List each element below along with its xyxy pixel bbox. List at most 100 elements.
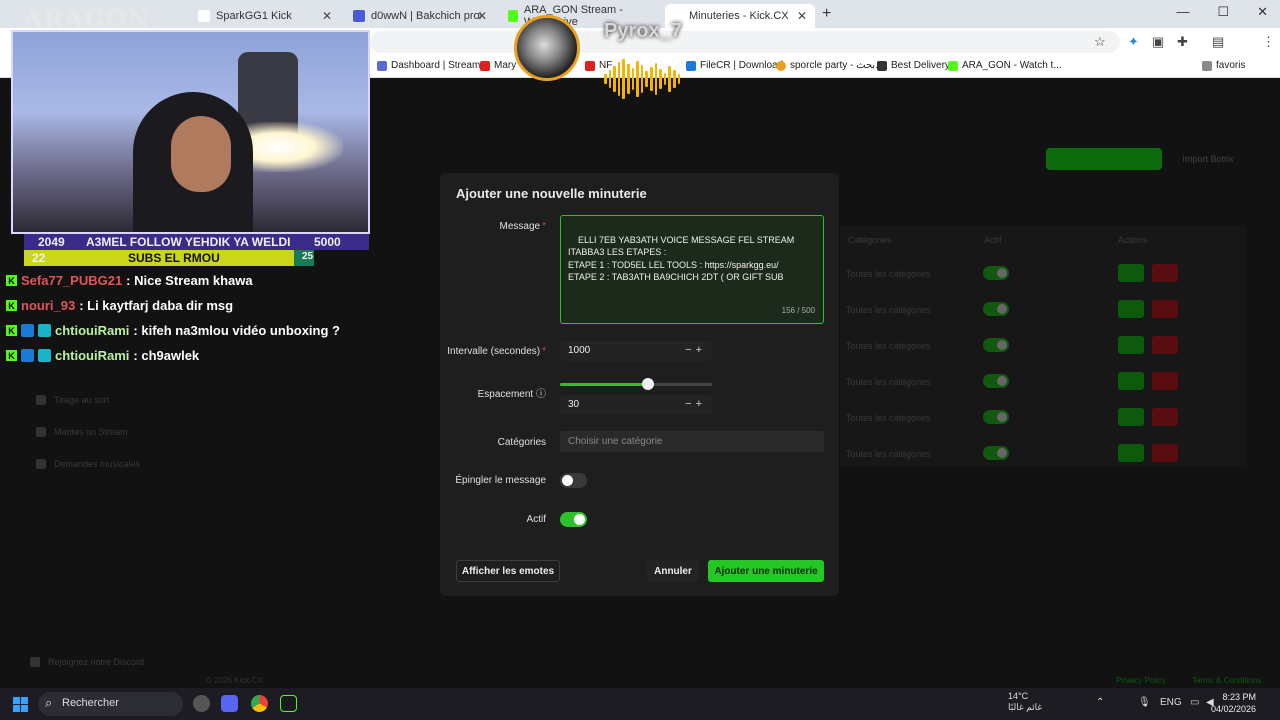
interval-value: 1000	[568, 345, 591, 356]
extension-icon[interactable]: ▣	[1152, 34, 1164, 50]
row-active-toggle[interactable]	[983, 302, 1009, 316]
bookmark-item[interactable]: Dashboard | Stream...	[377, 60, 489, 71]
message-textarea[interactable]: ELLI 7EB YAB3ATH VOICE MESSAGE FEL STREA…	[560, 215, 824, 324]
show-emotes-button[interactable]: Afficher les emotes	[456, 560, 560, 582]
discord-link[interactable]: Rejoignez notre Discord	[30, 657, 144, 667]
chat-username: chtiouiRami	[55, 348, 130, 363]
tab-bakchich[interactable]: d0wwN | Bakchich profile | Bak ✕	[345, 4, 495, 28]
slider-fill	[560, 383, 649, 386]
edit-icon[interactable]	[1118, 408, 1144, 426]
visualizer-bar	[677, 74, 681, 84]
footer-link[interactable]: Privacy Policy	[1116, 676, 1166, 685]
delete-icon[interactable]	[1152, 372, 1178, 390]
language-indicator[interactable]: ENG	[1160, 697, 1182, 708]
close-window-icon[interactable]: ✕	[1257, 4, 1268, 20]
edit-icon[interactable]	[1118, 372, 1144, 390]
tab-favicon	[353, 10, 365, 22]
weather-temp: 14°C	[1008, 691, 1029, 701]
extension-icon[interactable]: ✦	[1128, 34, 1139, 50]
row-active-toggle[interactable]	[983, 446, 1009, 460]
follow-goal-target: 5000	[314, 235, 341, 249]
row-active-toggle[interactable]	[983, 374, 1009, 388]
pin-label: Épingler le message	[455, 475, 546, 486]
guest-name: Pyrox_7	[604, 20, 682, 42]
spacing-label: Espacement ⓘ	[478, 385, 546, 400]
edit-icon[interactable]	[1118, 444, 1144, 462]
chevron-up-icon[interactable]: ⌃	[1096, 697, 1104, 708]
edit-icon[interactable]	[1118, 336, 1144, 354]
delete-icon[interactable]	[1152, 264, 1178, 282]
weather-widget[interactable]: 14°C غائم غالبًا	[1008, 691, 1042, 713]
tab-sparkgg[interactable]: SparkGG1 Kick ✕	[190, 4, 340, 28]
add-timer-button-bg[interactable]	[1046, 148, 1162, 170]
new-tab-icon[interactable]: +	[822, 5, 831, 23]
spacing-value: 30	[568, 399, 580, 410]
stepper-icon[interactable]: −+	[685, 398, 706, 410]
search-icon: ⌕	[45, 695, 53, 710]
bookmark-item[interactable]: FileCR | Download	[686, 60, 783, 71]
taskbar-clock[interactable]: 8:23 PM 04/02/2026	[1211, 691, 1256, 715]
guest-avatar	[514, 15, 580, 81]
bookmark-label: Dashboard | Stream...	[391, 60, 489, 71]
pin-toggle[interactable]	[560, 473, 587, 488]
active-toggle[interactable]	[560, 512, 587, 527]
chat-text: : ch9awlek	[133, 348, 200, 363]
bookmark-item[interactable]: Mary	[480, 60, 516, 71]
tab-minuteries[interactable]: Minuteries - Kick.CX ✕	[665, 4, 815, 28]
add-timer-button[interactable]: Ajouter une minuterie	[708, 560, 824, 582]
bookmark-folder[interactable]: favoris	[1202, 60, 1245, 71]
footer-link[interactable]: Terms & Conditions	[1192, 676, 1261, 685]
slider-handle[interactable]	[642, 378, 655, 390]
network-icon[interactable]: ▭	[1190, 697, 1199, 708]
bookmark-item[interactable]: sporcle party - بحث...	[776, 60, 884, 71]
minimize-icon[interactable]: —	[1176, 4, 1189, 20]
puzzle-icon[interactable]: ✚	[1177, 34, 1188, 50]
subscriber-badge-icon	[21, 349, 34, 362]
row-active-toggle[interactable]	[983, 410, 1009, 424]
sidebar-icon[interactable]: ▤	[1212, 34, 1224, 50]
bookmark-item[interactable]: ARA_GON - Watch t...	[948, 60, 1062, 71]
sidebar-item-marites[interactable]: Marites on Stream	[36, 427, 128, 437]
chrome-icon[interactable]	[251, 695, 268, 712]
sidebar-item-music[interactable]: Demandes musicales	[36, 459, 140, 469]
interval-input[interactable]: 1000 −+	[560, 341, 712, 361]
stepper-icon[interactable]: −+	[685, 344, 706, 356]
maximize-icon[interactable]: ☐	[1217, 4, 1229, 20]
taskbar-search[interactable]: ⌕ Rechercher	[38, 692, 183, 716]
delete-icon[interactable]	[1152, 408, 1178, 426]
import-botrix-button[interactable]: Import Botrix	[1170, 148, 1246, 170]
kick-app-icon[interactable]	[280, 695, 297, 712]
interval-label-text: Intervalle (secondes)	[447, 346, 541, 357]
close-icon[interactable]: ✕	[797, 9, 807, 23]
visualizer-bar	[608, 70, 612, 88]
microphone-icon[interactable]: 🎙	[1138, 697, 1151, 708]
cancel-button[interactable]: Annuler	[647, 560, 699, 582]
spacing-input[interactable]: 30 −+	[560, 395, 712, 415]
windows-start-icon[interactable]	[13, 697, 28, 712]
row-active-toggle[interactable]	[983, 338, 1009, 352]
close-icon[interactable]: ✕	[477, 9, 487, 23]
sidebar-item-giveaway[interactable]: Tirage au sort	[36, 395, 109, 405]
address-bar[interactable]	[370, 31, 1120, 53]
info-icon[interactable]: ⓘ	[536, 389, 546, 400]
delete-icon[interactable]	[1152, 444, 1178, 462]
close-icon[interactable]: ✕	[322, 9, 332, 23]
bookmark-label: FileCR | Download	[700, 60, 784, 71]
star-icon[interactable]: ☆	[1094, 34, 1106, 50]
edit-icon[interactable]	[1118, 300, 1144, 318]
chat-username: chtiouiRami	[55, 323, 130, 338]
spacing-slider[interactable]	[560, 378, 712, 390]
delete-icon[interactable]	[1152, 300, 1178, 318]
delete-icon[interactable]	[1152, 336, 1178, 354]
spacing-label-text: Espacement	[477, 389, 534, 400]
menu-icon[interactable]: ⋮	[1262, 34, 1275, 50]
visualizer-bar	[631, 68, 635, 90]
music-icon	[36, 459, 46, 469]
categories-select[interactable]: Choisir une catégorie	[560, 431, 824, 452]
discord-icon[interactable]	[221, 695, 238, 712]
row-active-toggle[interactable]	[983, 266, 1009, 280]
settings-icon[interactable]	[193, 695, 210, 712]
bookmark-item[interactable]: Best Delivery	[877, 60, 950, 71]
edit-icon[interactable]	[1118, 264, 1144, 282]
chat-text: : Nice Stream khawa	[126, 273, 253, 288]
